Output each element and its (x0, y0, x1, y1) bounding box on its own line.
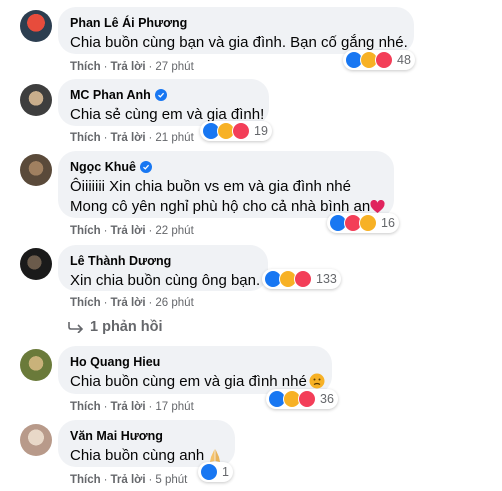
reaction-summary[interactable]: 48 (343, 50, 415, 70)
comment-text: Xin chia buồn cùng ông bạn. (70, 272, 261, 289)
reaction-count: 36 (320, 392, 334, 406)
like-link[interactable]: Thích (70, 401, 101, 413)
timestamp[interactable]: 26 phút (155, 297, 193, 309)
comment-author[interactable]: Lê Thành Dương (70, 253, 256, 269)
like-link[interactable]: Thích (70, 61, 101, 73)
comment-bubble: Ho Quang Hieu Chia buồn cùng em và gia đ… (58, 346, 332, 394)
reaction-count: 19 (254, 124, 268, 138)
reaction-count: 48 (397, 53, 411, 67)
reply-link[interactable]: Trả lời (111, 132, 146, 144)
sad-reaction-icon (359, 214, 377, 232)
view-replies-link[interactable]: 1 phản hồi (68, 319, 163, 335)
like-link[interactable]: Thích (70, 225, 101, 237)
timestamp[interactable]: 17 phút (155, 401, 193, 413)
comment-text-line-content: Mong cô yên nghỉ phù hộ cho cả nhà bình … (70, 198, 371, 215)
comment-actions: Thích · Trả lời · 26 phút (70, 297, 194, 309)
sad-face-icon (309, 373, 325, 389)
love-reaction-icon (232, 122, 250, 140)
reply-link[interactable]: Trả lời (111, 225, 146, 237)
like-link[interactable]: Thích (70, 474, 101, 486)
verified-badge-icon (154, 89, 167, 101)
comment-author[interactable]: MC Phan Anh (70, 87, 257, 103)
comment-text-content: Chia buồn cùng em và gia đình nhé (70, 373, 307, 390)
timestamp[interactable]: 22 phút (155, 225, 193, 237)
comment-bubble: Ngọc Khuê Ôiiiiiii Xin chia buồn vs em v… (58, 151, 394, 218)
avatar[interactable] (20, 84, 52, 116)
love-reaction-icon (298, 390, 316, 408)
heart-icon (370, 200, 385, 213)
like-link[interactable]: Thích (70, 132, 101, 144)
comment-bubble: Lê Thành Dương Xin chia buồn cùng ông bạ… (58, 245, 268, 291)
comment-text-line: Ôiiiiiii Xin chia buồn vs em và gia đình… (70, 178, 351, 195)
reaction-summary[interactable]: 16 (327, 213, 399, 233)
avatar[interactable] (20, 424, 52, 456)
comment-text: Chia buồn cùng anh (70, 446, 223, 466)
reaction-count: 1 (222, 465, 229, 479)
like-link[interactable]: Thích (70, 297, 101, 309)
avatar[interactable] (20, 248, 52, 280)
author-name[interactable]: MC Phan Anh (70, 87, 151, 103)
avatar[interactable] (20, 349, 52, 381)
comment-bubble: MC Phan Anh Chia sẻ cùng em và gia đình! (58, 79, 269, 126)
reply-link[interactable]: Trả lời (111, 297, 146, 309)
author-name[interactable]: Lê Thành Dương (70, 253, 171, 269)
comment-actions: Thích · Trả lời · 22 phút (70, 225, 194, 237)
comment-actions: Thích · Trả lời · 5 phút (70, 474, 188, 486)
author-name[interactable]: Văn Mai Hương (70, 428, 163, 444)
comment-actions: Thích · Trả lời · 21 phút (70, 132, 194, 144)
comment-bubble: Phan Lê Ái Phương Chia buồn cùng bạn và … (58, 7, 414, 54)
comment-author[interactable]: Phan Lê Ái Phương (70, 15, 402, 31)
comment-bubble: Văn Mai Hương Chia buồn cùng anh (58, 420, 235, 467)
praying-hands-icon (210, 449, 221, 462)
reaction-summary[interactable]: 36 (266, 389, 338, 409)
author-name[interactable]: Phan Lê Ái Phương (70, 15, 187, 31)
reaction-summary[interactable]: 133 (262, 269, 341, 289)
replies-count-label[interactable]: 1 phản hồi (90, 319, 163, 335)
timestamp[interactable]: 5 phút (155, 474, 187, 486)
avatar[interactable] (20, 154, 52, 186)
comment-actions: Thích · Trả lời · 17 phút (70, 401, 194, 413)
comment-actions: Thích · Trả lời · 27 phút (70, 61, 194, 73)
comment-author[interactable]: Ngọc Khuê (70, 159, 382, 175)
reaction-summary[interactable]: 19 (200, 121, 272, 141)
reaction-count: 16 (381, 216, 395, 230)
avatar[interactable] (20, 10, 52, 42)
reply-link[interactable]: Trả lời (111, 401, 146, 413)
comment-text-content: Chia buồn cùng anh (70, 447, 205, 464)
comment-author[interactable]: Ho Quang Hieu (70, 354, 320, 370)
reaction-summary[interactable]: 1 (198, 462, 233, 482)
timestamp[interactable]: 27 phút (155, 61, 193, 73)
reaction-count: 133 (316, 272, 337, 286)
reply-link[interactable]: Trả lời (111, 61, 146, 73)
reply-link[interactable]: Trả lời (111, 474, 146, 486)
verified-badge-icon (139, 161, 152, 173)
timestamp[interactable]: 21 phút (155, 132, 193, 144)
author-name[interactable]: Ho Quang Hieu (70, 354, 160, 370)
comment-author[interactable]: Văn Mai Hương (70, 428, 223, 444)
love-reaction-icon (375, 51, 393, 69)
author-name[interactable]: Ngọc Khuê (70, 159, 136, 175)
like-reaction-icon (200, 463, 218, 481)
love-reaction-icon (294, 270, 312, 288)
reply-arrow-icon (68, 322, 84, 333)
